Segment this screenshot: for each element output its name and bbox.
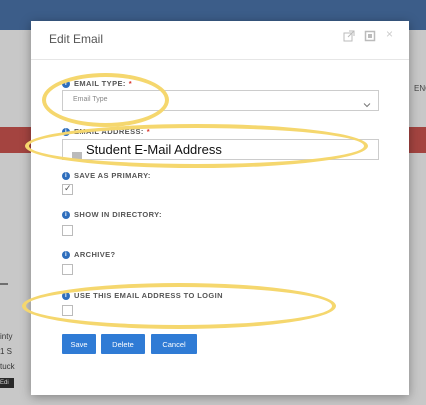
- delete-button[interactable]: Delete: [101, 334, 145, 354]
- save-as-primary-label: i SAVE AS PRIMARY:: [62, 171, 151, 181]
- modal-header: Edit Email ×: [31, 21, 409, 60]
- required-marker: *: [128, 79, 133, 88]
- maximize-icon[interactable]: [364, 30, 376, 42]
- info-icon: i: [62, 211, 70, 220]
- info-icon: i: [62, 172, 70, 181]
- required-marker: *: [146, 127, 151, 136]
- email-type-select[interactable]: Email Type: [62, 90, 379, 111]
- use-to-login-checkbox[interactable]: [62, 305, 73, 316]
- email-address-value: Student E-Mail Address: [86, 142, 222, 157]
- checkmark-icon: ✓: [64, 183, 72, 193]
- archive-label: i ARCHIVE?: [62, 250, 116, 260]
- save-as-primary-checkbox[interactable]: ✓: [62, 183, 73, 195]
- envelope-icon: [72, 146, 82, 159]
- close-icon[interactable]: ×: [386, 27, 398, 41]
- email-address-label: i EMAIL ADDRESS: *: [62, 127, 151, 137]
- email-type-label: i EMAIL TYPE: *: [62, 79, 133, 89]
- cancel-button[interactable]: Cancel: [151, 334, 197, 354]
- info-icon: i: [62, 128, 70, 137]
- external-link-icon[interactable]: [343, 30, 355, 42]
- info-icon: i: [62, 251, 70, 260]
- email-address-field[interactable]: Student E-Mail Address: [62, 139, 379, 160]
- edit-email-modal: Edit Email × i EMAIL TYPE: * Email Type iE…: [31, 21, 409, 395]
- modal-title: Edit Email: [49, 32, 104, 46]
- chevron-down-icon: [363, 96, 371, 108]
- info-icon: i: [62, 80, 70, 89]
- info-icon: i: [62, 292, 70, 301]
- email-type-placeholder: Email Type: [73, 96, 108, 103]
- save-button[interactable]: Save: [62, 334, 96, 354]
- archive-checkbox[interactable]: [62, 264, 73, 275]
- show-in-directory-label: i SHOW IN DIRECTORY:: [62, 210, 162, 220]
- use-to-login-label: i USE THIS EMAIL ADDRESS TO LOGIN: [62, 291, 223, 301]
- show-in-directory-checkbox[interactable]: [62, 225, 73, 236]
